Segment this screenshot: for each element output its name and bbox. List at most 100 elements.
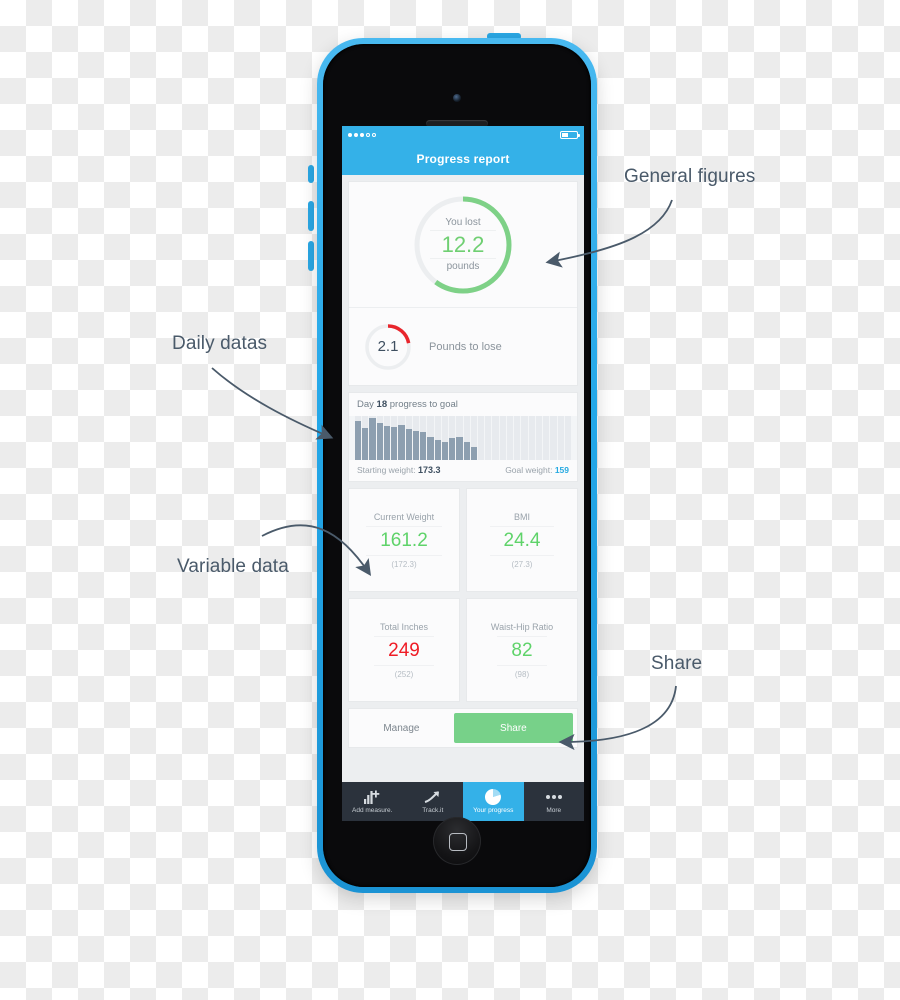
chart-slot bbox=[557, 416, 564, 460]
weight-lost-donut: You lost 12.2 pounds bbox=[411, 193, 515, 297]
chart-slot bbox=[528, 416, 535, 460]
volume-up-button[interactable] bbox=[308, 201, 314, 231]
metric-label: Total Inches bbox=[379, 621, 429, 632]
metric-card-waist-hip-ratio[interactable]: Waist-Hip Ratio 82 (98) bbox=[466, 598, 578, 702]
chart-bar bbox=[398, 425, 405, 460]
metric-label: Current Weight bbox=[373, 511, 435, 522]
chart-title: Day 18 progress to goal bbox=[349, 399, 577, 416]
chart-slot bbox=[405, 416, 412, 460]
tab-your-progress[interactable]: Your progress bbox=[463, 782, 524, 821]
screen-content: You lost 12.2 pounds 2.1 Pounds to lose … bbox=[342, 175, 584, 821]
metric-previous-value: (172.3) bbox=[391, 559, 417, 569]
phone-screen: Progress report You lost 12.2 pounds 2.1… bbox=[342, 126, 584, 821]
phone-front-glass: Progress report You lost 12.2 pounds 2.1… bbox=[323, 44, 591, 887]
chart-slot bbox=[463, 416, 470, 460]
chart-slot bbox=[456, 416, 463, 460]
battery-icon bbox=[560, 130, 580, 139]
signal-strength-icon bbox=[348, 132, 376, 137]
chart-slot bbox=[485, 416, 492, 460]
chart-slot bbox=[376, 416, 383, 460]
ellipsis-icon bbox=[545, 790, 563, 805]
front-camera-icon bbox=[453, 94, 461, 102]
weight-lost-caption: You lost bbox=[445, 216, 481, 228]
metric-previous-value: (252) bbox=[394, 669, 414, 679]
metric-card-current-weight[interactable]: Current Weight 161.2 (172.3) bbox=[348, 488, 460, 592]
weight-lost-section: You lost 12.2 pounds bbox=[349, 182, 577, 307]
chart-slot bbox=[355, 416, 362, 460]
chart-footer: Starting weight: 173.3 Goal weight: 159 bbox=[349, 460, 577, 481]
tab-more[interactable]: More bbox=[524, 782, 585, 821]
chart-slot bbox=[550, 416, 557, 460]
tab-label: Your progress bbox=[473, 806, 514, 814]
bar-chart-plus-icon bbox=[363, 790, 381, 805]
chart-title-prefix: Day bbox=[357, 399, 377, 410]
page-title: Progress report bbox=[416, 152, 510, 166]
chart-slot bbox=[514, 416, 521, 460]
metric-label: Waist-Hip Ratio bbox=[490, 621, 554, 632]
chart-bar bbox=[434, 440, 441, 460]
chart-slot bbox=[369, 416, 376, 460]
metric-card-bmi[interactable]: BMI 24.4 (27.3) bbox=[466, 488, 578, 592]
chart-bar bbox=[362, 428, 369, 460]
phone-device: Progress report You lost 12.2 pounds 2.1… bbox=[307, 33, 597, 893]
chart-bar bbox=[456, 437, 463, 460]
manage-button[interactable]: Manage bbox=[353, 723, 450, 734]
volume-down-button[interactable] bbox=[308, 241, 314, 271]
metric-previous-value: (27.3) bbox=[511, 559, 533, 569]
chart-bar bbox=[427, 437, 434, 460]
chart-slot bbox=[564, 416, 572, 460]
chart-slot bbox=[521, 416, 528, 460]
chart-slot bbox=[391, 416, 398, 460]
chart-bar bbox=[441, 441, 449, 460]
chart-slot bbox=[383, 416, 391, 460]
tab-label: More bbox=[546, 806, 562, 814]
chart-slot bbox=[499, 416, 506, 460]
goal-weight: Goal weight: 159 bbox=[505, 465, 569, 475]
tab-track-it[interactable]: Track.it bbox=[403, 782, 464, 821]
chart-slot bbox=[470, 416, 477, 460]
chart-slot bbox=[362, 416, 369, 460]
status-bar bbox=[342, 126, 584, 143]
metric-value: 82 bbox=[497, 635, 547, 666]
metric-value: 161.2 bbox=[366, 525, 442, 556]
chart-title-day: 18 bbox=[376, 399, 388, 410]
weight-lost-unit: pounds bbox=[446, 261, 480, 273]
chart-bar bbox=[405, 429, 412, 460]
metric-label: BMI bbox=[513, 511, 530, 522]
home-button[interactable] bbox=[433, 817, 481, 865]
mute-switch[interactable] bbox=[308, 165, 314, 183]
chart-bar bbox=[463, 441, 470, 460]
starting-weight-value: 173.3 bbox=[417, 465, 441, 475]
general-figures-card: You lost 12.2 pounds 2.1 Pounds to lose bbox=[348, 181, 578, 386]
chart-slot bbox=[492, 416, 499, 460]
starting-weight-label: Starting weight: bbox=[357, 465, 416, 475]
nav-bar: Progress report bbox=[342, 143, 584, 175]
tab-add-measure[interactable]: Add measure. bbox=[342, 782, 403, 821]
weight-lost-value: 12.2 bbox=[429, 229, 497, 260]
tab-label: Add measure. bbox=[352, 806, 393, 814]
actions-bar: Manage Share bbox=[348, 708, 578, 748]
chart-bar bbox=[412, 430, 420, 460]
chart-slot bbox=[506, 416, 514, 460]
chart-slot bbox=[449, 416, 456, 460]
trending-up-arrow-icon bbox=[424, 790, 441, 805]
pounds-to-lose-label: Pounds to lose bbox=[429, 340, 502, 353]
goal-weight-label: Goal weight: bbox=[505, 465, 553, 475]
chart-slot bbox=[420, 416, 427, 460]
metric-card-total-inches[interactable]: Total Inches 249 (252) bbox=[348, 598, 460, 702]
home-square-icon bbox=[449, 833, 467, 851]
pounds-to-lose-section: 2.1 Pounds to lose bbox=[349, 307, 577, 385]
tab-bar: Add measure. Track.it Your progress More bbox=[342, 782, 584, 821]
pounds-to-lose-value: 2.1 bbox=[377, 338, 399, 355]
chart-slot bbox=[441, 416, 449, 460]
daily-progress-card: Day 18 progress to goal Starting weight:… bbox=[348, 392, 578, 482]
share-button[interactable]: Share bbox=[453, 713, 573, 743]
daily-bar-chart[interactable] bbox=[349, 416, 577, 460]
chart-bar bbox=[355, 421, 362, 460]
chart-bar bbox=[420, 431, 427, 460]
metric-value: 24.4 bbox=[489, 525, 555, 556]
tab-label: Track.it bbox=[422, 806, 444, 814]
metric-value: 249 bbox=[374, 635, 434, 666]
chart-bar bbox=[376, 423, 383, 460]
chart-slot bbox=[477, 416, 485, 460]
